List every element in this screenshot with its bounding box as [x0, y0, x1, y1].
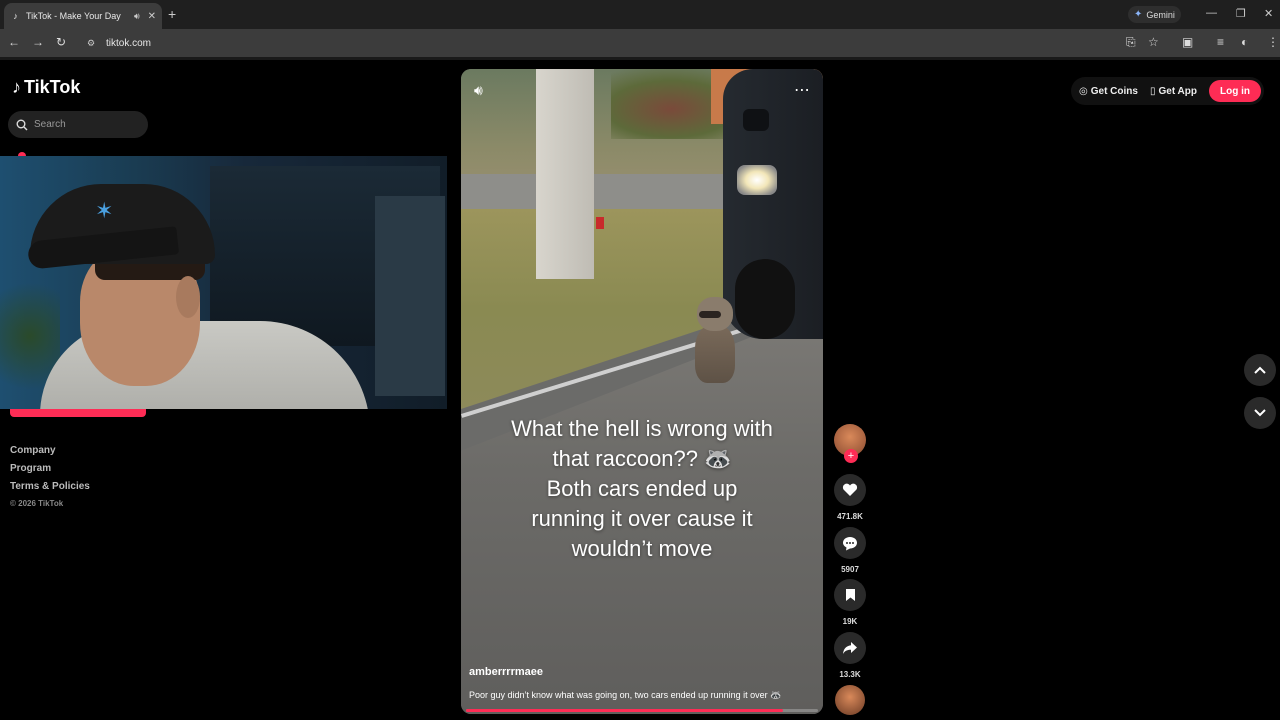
get-coins-label: Get Coins — [1090, 85, 1138, 97]
video-caption: What the hell is wrong with that raccoon… — [461, 414, 823, 564]
search-icon — [16, 119, 28, 130]
video-scene-post — [536, 69, 604, 279]
footer-links: Company Program Terms & Policies — [10, 445, 90, 499]
brand-name: TikTok — [24, 77, 81, 97]
tiktok-note-icon: ♪ — [12, 77, 21, 97]
tab-title: TikTok - Make Your Day — [26, 11, 121, 21]
post-marker — [596, 217, 604, 229]
toolbar-divider — [0, 57, 1280, 60]
save-count: 19K — [842, 617, 858, 626]
caption-line: that raccoon?? 🦝 — [552, 446, 732, 471]
comment-action[interactable]: 5907 — [833, 527, 867, 574]
volume-icon[interactable]: 🔊︎ — [474, 82, 483, 99]
more-options-icon[interactable]: ⋯ — [794, 80, 810, 100]
like-count: 471.8K — [837, 512, 863, 521]
browser-toolbar: ← → ↻ ⚙ tiktok.com ⎘ ☆ ▣ ≡ ◐ ⋮ — [0, 29, 1280, 57]
video-author[interactable]: amberrrrmaee — [469, 666, 543, 678]
save-action[interactable]: 19K — [833, 579, 867, 626]
install-app-icon[interactable]: ⎘ — [1126, 35, 1136, 50]
next-video-button[interactable] — [1244, 397, 1276, 429]
raccoon-body — [695, 325, 735, 383]
copyright-text: © 2026 TikTok — [10, 499, 64, 508]
bookmark-icon[interactable] — [834, 579, 866, 611]
get-app-label: Get App — [1158, 85, 1197, 97]
forward-icon[interactable]: → — [32, 35, 44, 49]
webcam-background-door — [375, 196, 445, 396]
phone-icon: ▯ — [1149, 85, 1156, 97]
tiktok-favicon-icon: ♪ — [13, 11, 18, 21]
video-description: Poor guy didn’t know what was going on, … — [469, 690, 782, 700]
webcam-overlay: ✶ — [0, 156, 447, 409]
restore-icon[interactable]: ❐ — [1236, 7, 1246, 20]
get-app-button[interactable]: ▯ Get App — [1150, 86, 1197, 97]
caption-line: wouldn’t move — [571, 536, 713, 561]
comment-icon[interactable] — [834, 527, 866, 559]
footer-terms-link[interactable]: Terms & Policies — [10, 481, 90, 499]
back-icon[interactable]: ← — [8, 35, 20, 49]
raccoon-mask — [699, 311, 721, 318]
car-headlight — [737, 165, 777, 195]
profile-avatar[interactable]: ◐ — [1241, 35, 1248, 49]
window-close-icon[interactable]: ✕ — [1264, 7, 1273, 20]
webcam-person-ear — [176, 276, 200, 318]
address-bar[interactable]: ⚙ tiktok.com — [78, 32, 1178, 54]
media-control-icon[interactable]: ≡ — [1217, 35, 1224, 49]
header-actions: ◎ Get Coins ▯ Get App Log in — [1071, 77, 1264, 105]
bookmark-star-icon[interactable]: ☆ — [1148, 35, 1159, 49]
cap-logo-icon: ✶ — [95, 198, 114, 223]
video-player[interactable]: 🔊︎ ⋯ What the hell is wrong with that ra… — [461, 69, 823, 714]
browser-menu-icon[interactable]: ⋮ — [1267, 35, 1279, 49]
gemini-label: Gemini — [1146, 9, 1175, 20]
music-disc-icon[interactable] — [835, 685, 865, 715]
raccoon — [691, 297, 741, 387]
video-progress-bar[interactable] — [466, 709, 818, 712]
previous-video-button[interactable] — [1244, 354, 1276, 386]
gemini-icon: ✦ — [1134, 9, 1143, 20]
url-text: tiktok.com — [106, 37, 152, 49]
close-tab-icon[interactable]: ✕ — [148, 11, 156, 22]
like-action[interactable]: 471.8K — [833, 474, 867, 521]
tiktok-logo[interactable]: ♪ TikTok — [12, 77, 80, 98]
search-input[interactable]: Search — [8, 111, 148, 138]
footer-program-link[interactable]: Program — [10, 463, 90, 481]
chevron-down-icon — [1254, 409, 1266, 417]
share-action[interactable]: 13.3K — [833, 632, 867, 679]
audio-playing-icon[interactable]: 🔊︎ — [134, 11, 140, 22]
car-wheel — [735, 259, 795, 339]
caption-line: running it over cause it — [531, 506, 753, 531]
login-button[interactable]: Log in — [1209, 80, 1261, 102]
get-coins-button[interactable]: ◎ Get Coins — [1079, 86, 1138, 97]
new-tab-button[interactable]: + — [168, 6, 176, 22]
login-button-partial[interactable] — [10, 409, 146, 417]
search-placeholder: Search — [34, 119, 66, 130]
car-mirror — [743, 109, 769, 131]
chevron-up-icon — [1254, 366, 1266, 374]
browser-tab-bar: ♪ TikTok - Make Your Day 🔊︎ ✕ + ✦ Gemini… — [0, 0, 1280, 29]
share-count: 13.3K — [839, 670, 861, 679]
reload-icon[interactable]: ↻ — [56, 35, 66, 49]
site-info-icon[interactable]: ⚙ — [84, 36, 98, 50]
share-icon[interactable] — [834, 632, 866, 664]
video-progress-fill — [466, 709, 783, 712]
follow-plus-icon[interactable]: + — [844, 449, 858, 463]
browser-tab[interactable]: ♪ TikTok - Make Your Day 🔊︎ ✕ — [4, 3, 162, 29]
caption-line: What the hell is wrong with — [511, 416, 773, 441]
gemini-button[interactable]: ✦ Gemini — [1128, 6, 1181, 23]
coin-icon: ◎ — [1079, 85, 1088, 97]
caption-line: Both cars ended up — [546, 476, 738, 501]
comment-count: 5907 — [841, 565, 859, 574]
creator-avatar[interactable]: + — [834, 424, 866, 463]
minimize-icon[interactable]: — — [1206, 7, 1217, 19]
tab-search-icon[interactable]: ▣ — [1182, 35, 1193, 49]
footer-company-link[interactable]: Company — [10, 445, 90, 463]
heart-icon[interactable] — [834, 474, 866, 506]
